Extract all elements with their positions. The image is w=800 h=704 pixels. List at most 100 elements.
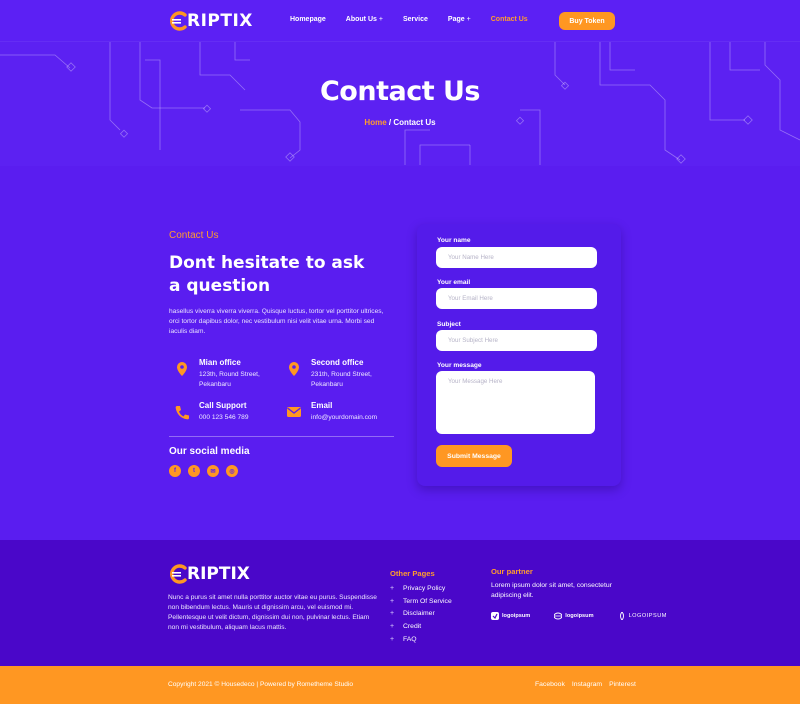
heading-line-2: a question: [169, 276, 271, 296]
map-pin-icon: [289, 362, 299, 376]
plus-icon: +: [390, 610, 395, 618]
nav-service[interactable]: Service: [403, 16, 428, 23]
contact-section: [0, 166, 800, 540]
partner-text: Lorem ipsum dolor sit amet, consectetur …: [491, 582, 612, 599]
page-title: Contact Us: [319, 76, 481, 107]
breadcrumb-home-link[interactable]: Home: [364, 118, 386, 127]
email-label: Your email: [437, 279, 471, 286]
logoipsum-mark-icon: [491, 612, 499, 620]
hero-banner: RIPTIX Homepage About Us + Service Page + …: [0, 0, 800, 166]
nav-about-us[interactable]: About Us +: [346, 16, 383, 23]
partner-logos: logoipsum logoipsum LOGOIPSUM: [491, 612, 691, 620]
plus-icon: +: [390, 623, 395, 631]
nav-label: Homepage: [290, 16, 326, 23]
partner-title: Our partner: [491, 567, 533, 576]
other-pages-title: Other Pages: [390, 569, 435, 578]
partner-logo-label: logoipsum: [565, 613, 594, 619]
footer-link-label: Privacy Policy: [403, 584, 446, 592]
plus-icon: +: [390, 597, 395, 605]
section-eyebrow: Contact Us: [169, 230, 219, 241]
info-line: 231th, Round Street,: [311, 371, 372, 378]
email-input[interactable]: Your Email Here: [436, 288, 597, 309]
social-title: Our social media: [169, 446, 250, 457]
nav-page[interactable]: Page +: [448, 16, 471, 23]
nav-label: Contact Us: [490, 16, 528, 23]
section-heading: Dont hesitate to ask a question: [169, 252, 379, 298]
info-line: Pekanbaru: [199, 381, 231, 388]
footer-link-label: FAQ: [403, 636, 417, 644]
contact-info-email: Email info@yourdomain.com: [285, 401, 377, 423]
footer-link-privacy[interactable]: + Privacy Policy: [390, 582, 452, 595]
footer-link-label: Term Of Service: [403, 597, 452, 605]
footer-description: Nunc a purus sit amet nulla porttitor au…: [168, 594, 377, 631]
nav-label: About Us: [345, 16, 377, 23]
info-line: info@yourdomain.com: [311, 414, 378, 421]
buy-token-button[interactable]: Buy Token: [559, 12, 615, 30]
info-line: 000 123 546 789: [199, 414, 249, 421]
copyright-text: Copyright 2021 © Housedeco | Powered by …: [168, 681, 354, 688]
footer-link-terms[interactable]: + Term Of Service: [390, 595, 452, 608]
plus-icon: +: [378, 16, 383, 23]
info-line: 123th, Round Street,: [199, 371, 260, 378]
heading-line-1: Dont hesitate to ask: [169, 253, 365, 273]
email-icon[interactable]: ✉: [207, 465, 219, 477]
bottom-bar: [0, 666, 800, 704]
name-label: Your name: [437, 237, 471, 244]
map-pin-icon: [177, 362, 187, 376]
partner-logo[interactable]: LOGOIPSUM: [618, 612, 679, 620]
partner-logo-label: logoipsum: [502, 613, 531, 619]
section-divider: [169, 436, 394, 437]
envelope-icon: [287, 407, 301, 417]
subject-label: Subject: [437, 321, 461, 328]
partner-logo-label: LOGOIPSUM: [628, 613, 667, 619]
logoipsum-mark-icon: [619, 612, 624, 620]
contact-info-main-office: Mian office 123th, Round Street, Pekanba…: [173, 358, 260, 390]
bottom-link-instagram[interactable]: Instagram: [572, 681, 602, 688]
partner-logo[interactable]: logoipsum: [554, 612, 605, 620]
logo-c-icon: [170, 11, 187, 31]
facebook-icon[interactable]: f: [169, 465, 181, 477]
footer-link-label: Disclaimer: [403, 610, 435, 618]
top-navbar: RIPTIX Homepage About Us + Service Page + …: [0, 0, 800, 42]
info-title: Second office: [311, 358, 364, 367]
bottom-link-facebook[interactable]: Facebook: [535, 681, 565, 688]
plus-icon: +: [390, 636, 395, 644]
footer-link-label: Credit: [403, 623, 422, 631]
brand-wordmark: RIPTIX: [187, 11, 253, 31]
footer-logo[interactable]: RIPTIX: [168, 563, 250, 585]
phone-icon: [175, 406, 189, 420]
contact-info-second-office: Second office 231th, Round Street, Pekan…: [285, 358, 372, 390]
section-paragraph: hasellus viverra viverra viverra. Quisqu…: [169, 308, 384, 335]
other-pages-list: + Privacy Policy + Term Of Service + Discla…: [390, 582, 452, 646]
nav-homepage[interactable]: Homepage: [290, 16, 326, 23]
footer-wordmark: RIPTIX: [187, 564, 250, 584]
nav-label: Page: [447, 16, 465, 23]
footer-link-faq[interactable]: + FAQ: [390, 633, 452, 646]
social-links: f t ✉ ◎: [169, 465, 245, 477]
name-input[interactable]: Your Name Here: [436, 247, 597, 268]
submit-message-button[interactable]: Submit Message: [436, 445, 512, 467]
info-title: Email: [311, 401, 333, 410]
logoipsum-mark-icon: [554, 612, 563, 620]
message-textarea[interactable]: Your Message Here: [436, 371, 595, 434]
twitter-icon[interactable]: t: [188, 465, 200, 477]
nav-contact-us[interactable]: Contact Us: [491, 16, 528, 23]
brand-logo[interactable]: RIPTIX: [168, 10, 253, 32]
nav-label: Service: [403, 16, 428, 23]
contact-info-call-support: Call Support 000 123 546 789: [173, 401, 249, 423]
info-title: Call Support: [199, 401, 247, 410]
message-label: Your message: [437, 362, 482, 369]
instagram-icon[interactable]: ◎: [226, 465, 238, 477]
partner-logo[interactable]: logoipsum: [491, 612, 542, 620]
bottom-link-pinterest[interactable]: Pinterest: [609, 681, 636, 688]
breadcrumb-current: Contact Us: [393, 118, 436, 127]
footer-link-credit[interactable]: + Credit: [390, 620, 452, 633]
plus-icon: +: [466, 16, 471, 23]
bottom-social-links: Facebook Instagram Pinterest: [535, 681, 643, 688]
breadcrumb: Home / Contact Us: [0, 118, 800, 127]
main-menu: Homepage About Us + Service Page + Contact…: [290, 16, 548, 23]
info-line: Pekanbaru: [311, 381, 343, 388]
info-title: Mian office: [199, 358, 241, 367]
subject-input[interactable]: Your Subject Here: [436, 330, 597, 351]
footer-link-disclaimer[interactable]: + Disclaimer: [390, 608, 452, 621]
